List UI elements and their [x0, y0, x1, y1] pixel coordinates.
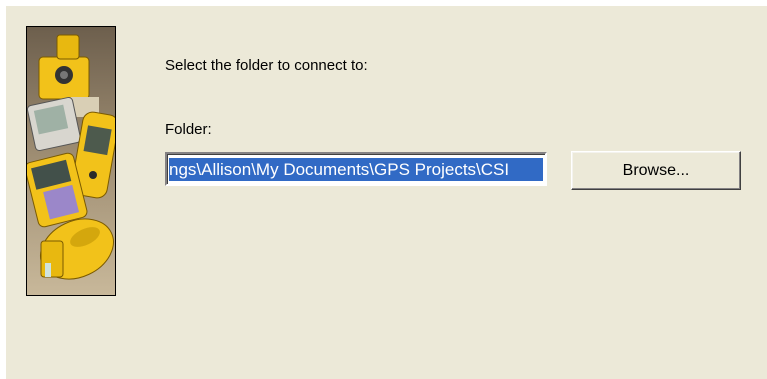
- folder-path-text: ngs\Allison\My Documents\GPS Projects\CS…: [169, 160, 510, 179]
- dialog-prompt: Select the folder to connect to:: [165, 57, 368, 74]
- folder-path-selection: ngs\Allison\My Documents\GPS Projects\CS…: [169, 158, 543, 181]
- connect-folder-dialog: Select the folder to connect to: Folder:…: [6, 6, 767, 379]
- browse-button[interactable]: Browse...: [571, 151, 741, 190]
- folder-label: Folder:: [165, 121, 212, 138]
- survey-equipment-illustration: [26, 26, 116, 296]
- folder-path-input[interactable]: ngs\Allison\My Documents\GPS Projects\CS…: [165, 152, 547, 186]
- data-collector-icon: [27, 96, 82, 152]
